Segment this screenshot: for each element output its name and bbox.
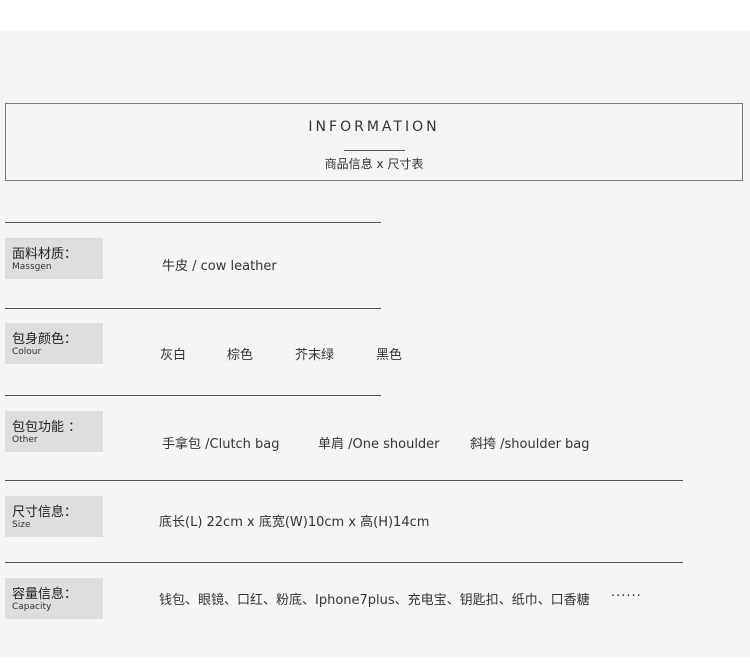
label-cn: 容量信息：	[12, 587, 78, 602]
label-en: Other	[12, 435, 38, 445]
label-capacity: 容量信息： Capacity	[5, 578, 103, 619]
label-cn: 尺寸信息：	[12, 505, 78, 520]
label-colour: 包身颜色： Colour	[5, 323, 103, 364]
label-en: Size	[12, 520, 31, 530]
row-divider	[5, 562, 683, 563]
label-en: Colour	[12, 347, 42, 357]
label-material: 面料材质： Massgen	[5, 238, 103, 279]
colour-option: 棕色	[227, 348, 254, 363]
header-divider	[344, 150, 405, 151]
colour-option: 灰白	[160, 348, 187, 363]
colour-option: 黑色	[376, 348, 403, 363]
label-en: Massgen	[12, 262, 52, 272]
header-subtitle: 商品信息 x 尺寸表	[324, 157, 424, 171]
label-size: 尺寸信息： Size	[5, 496, 103, 537]
row-divider	[5, 395, 381, 396]
label-function: 包包功能 ： Other	[5, 411, 103, 452]
row-divider	[5, 308, 381, 309]
function-option: 斜挎 /shoulder bag	[470, 437, 590, 452]
label-cn: 面料材质：	[12, 247, 78, 262]
colour-option: 芥末绿	[295, 348, 335, 363]
capacity-ellipsis: ······	[611, 589, 642, 604]
label-cn: 包包功能 ：	[12, 420, 82, 435]
row-divider	[5, 480, 683, 481]
header-title: INFORMATION	[308, 119, 440, 135]
label-cn: 包身颜色：	[12, 332, 78, 347]
function-option: 单肩 /One shoulder	[318, 437, 440, 452]
function-option: 手拿包 /Clutch bag	[162, 437, 280, 452]
row-divider	[5, 222, 381, 223]
size-value: 底长(L) 22cm x 底宽(W)10cm x 高(H)14cm	[159, 515, 430, 530]
label-en: Capacity	[12, 602, 52, 612]
information-header: INFORMATION 商品信息 x 尺寸表	[5, 103, 743, 181]
capacity-value: 钱包、眼镜、口红、粉底、Iphone7plus、充电宝、钥匙扣、纸巾、口香糖	[159, 593, 590, 608]
material-value: 牛皮 / cow leather	[162, 259, 277, 274]
